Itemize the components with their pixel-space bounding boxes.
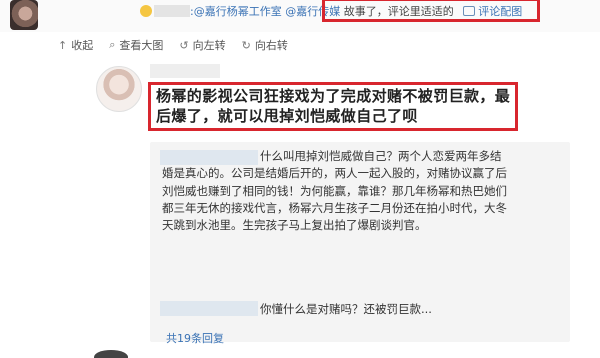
rotate-left-icon: ↺ (179, 38, 189, 52)
reply-text: 什么叫甩掉刘恺威做自己？两个人恋爱两年多结婚是真心的。公司是结婚后开的，两人一起… (162, 149, 507, 233)
mention-link-studio[interactable]: @嘉行杨幂工作室 (194, 5, 282, 18)
rotate-left-button[interactable]: ↺ 向左转 (179, 34, 225, 56)
next-user-avatar[interactable] (94, 350, 128, 358)
collapse-icon: ↑ (58, 38, 68, 52)
rotate-right-icon: ↻ (241, 38, 251, 52)
blurred-username (150, 64, 220, 78)
view-large-button[interactable]: ⌕ 查看大图 (109, 34, 163, 56)
rotate-right-button[interactable]: ↻ 向右转 (242, 34, 288, 56)
collapse-button[interactable]: ↑ 收起 (58, 34, 93, 56)
image-toolbar: ↑ 收起 ⌕ 查看大图 ↺ 向左转 ↻ 向右转 (58, 34, 288, 56)
rotate-right-label: 向右转 (254, 39, 288, 52)
user-avatar-top[interactable] (10, 0, 38, 30)
highlight-box-top (322, 0, 540, 22)
commenter-avatar[interactable] (96, 66, 142, 112)
view-large-label: 查看大图 (119, 39, 164, 52)
blurred-text (154, 5, 190, 17)
emoji-icon (140, 5, 152, 17)
rotate-left-label: 向左转 (192, 39, 226, 52)
collapse-label: 收起 (71, 39, 94, 52)
blurred-reply-username (160, 301, 258, 316)
magnifier-icon: ⌕ (109, 38, 116, 51)
more-replies-link[interactable]: 共19条回复 (166, 330, 224, 346)
reply-text: 你懂什么是对赌吗？还被罚巨款... (260, 302, 432, 316)
comment-text: 杨幂的影视公司狂接戏为了完成对赌不被罚巨款，最后爆了，就可以甩掉刘恺威做自己了呗 (156, 87, 511, 125)
